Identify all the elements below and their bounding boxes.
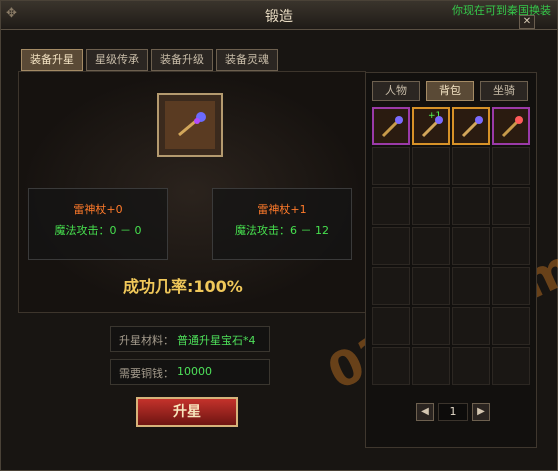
inventory-slot[interactable] (372, 347, 410, 385)
current-item-stats: 雷神杖+0 魔法攻击：0 － 0 (28, 188, 168, 260)
staff-icon (421, 116, 443, 138)
inventory-slot[interactable] (452, 347, 490, 385)
upgrade-button[interactable]: 升星 (136, 397, 238, 427)
page-number: 1 (438, 403, 468, 421)
tab-star-inherit[interactable]: 星级传承 (86, 49, 148, 71)
inventory-item-2[interactable]: +1 (412, 107, 450, 145)
inventory-slot[interactable] (492, 187, 530, 225)
title-bar: ✥ 锻造 你现在可到秦国换装 ✕ (1, 1, 557, 30)
staff-icon (381, 116, 403, 138)
staff-icon (501, 116, 523, 138)
inventory-grid: +1 (372, 107, 536, 407)
material-label: 升星材料： (119, 334, 174, 347)
cost-label: 需要铜钱： (119, 367, 174, 380)
equipment-slot[interactable] (157, 93, 223, 157)
material-value: 普通升星宝石*4 (177, 334, 256, 347)
inventory-slot[interactable] (412, 187, 450, 225)
inventory-slot[interactable] (412, 227, 450, 265)
inventory-slot[interactable] (492, 347, 530, 385)
inventory-slot[interactable] (412, 147, 450, 185)
inventory-slot[interactable] (372, 307, 410, 345)
current-item-stat: 魔法攻击：0 － 0 (54, 224, 142, 237)
staff-icon (165, 101, 215, 149)
next-item-stat: 魔法攻击：6 － 12 (235, 224, 329, 237)
inventory-slot[interactable] (372, 227, 410, 265)
next-item-stats: 雷神杖+1 魔法攻击：6 － 12 (212, 188, 352, 260)
inventory-item-4[interactable] (492, 107, 530, 145)
inventory-pager: ◀ 1 ▶ (416, 403, 496, 421)
tab-equipment-star[interactable]: 装备升星 (21, 49, 83, 71)
inventory-slot[interactable] (452, 227, 490, 265)
inventory-panel: 人物 背包 坐骑 +1 ◀ 1 ▶ (365, 72, 537, 448)
staff-icon (461, 116, 483, 138)
inventory-item-3[interactable] (452, 107, 490, 145)
tab-mount[interactable]: 坐骑 (480, 81, 528, 101)
inventory-slot[interactable] (452, 307, 490, 345)
next-item-name: 雷神杖+1 (257, 203, 307, 216)
tab-character[interactable]: 人物 (372, 81, 420, 101)
inventory-slot[interactable] (492, 147, 530, 185)
inventory-slot[interactable] (492, 307, 530, 345)
notice-text: 你现在可到秦国换装 (452, 4, 551, 17)
inventory-slot[interactable] (492, 227, 530, 265)
staff-graphic (178, 112, 206, 137)
next-page-icon[interactable]: ▶ (472, 403, 490, 421)
material-field: 升星材料： 普通升星宝石*4 (110, 326, 270, 352)
inventory-slot[interactable] (372, 147, 410, 185)
inventory-slot[interactable] (372, 187, 410, 225)
close-icon[interactable]: ✕ (519, 15, 535, 29)
inventory-slot[interactable] (412, 307, 450, 345)
inventory-slot[interactable] (412, 347, 450, 385)
inventory-slot[interactable] (412, 267, 450, 305)
inventory-slot[interactable] (452, 187, 490, 225)
success-rate: 成功几率:100% (123, 277, 243, 296)
prev-page-icon[interactable]: ◀ (416, 403, 434, 421)
tab-bag[interactable]: 背包 (426, 81, 474, 101)
inventory-slot[interactable] (372, 267, 410, 305)
inventory-item-1[interactable] (372, 107, 410, 145)
current-item-name: 雷神杖+0 (73, 203, 123, 216)
inventory-slot[interactable] (452, 267, 490, 305)
inventory-slot[interactable] (492, 267, 530, 305)
cost-value: 10000 (177, 365, 212, 378)
tab-equipment-soul[interactable]: 装备灵魂 (216, 49, 278, 71)
cost-field: 需要铜钱： 10000 (110, 359, 270, 385)
tab-equipment-upgrade[interactable]: 装备升级 (151, 49, 213, 71)
inventory-slot[interactable] (452, 147, 490, 185)
forge-window: ✥ 锻造 你现在可到秦国换装 ✕ 装备升星 星级传承 装备升级 装备灵魂 037… (0, 0, 558, 471)
